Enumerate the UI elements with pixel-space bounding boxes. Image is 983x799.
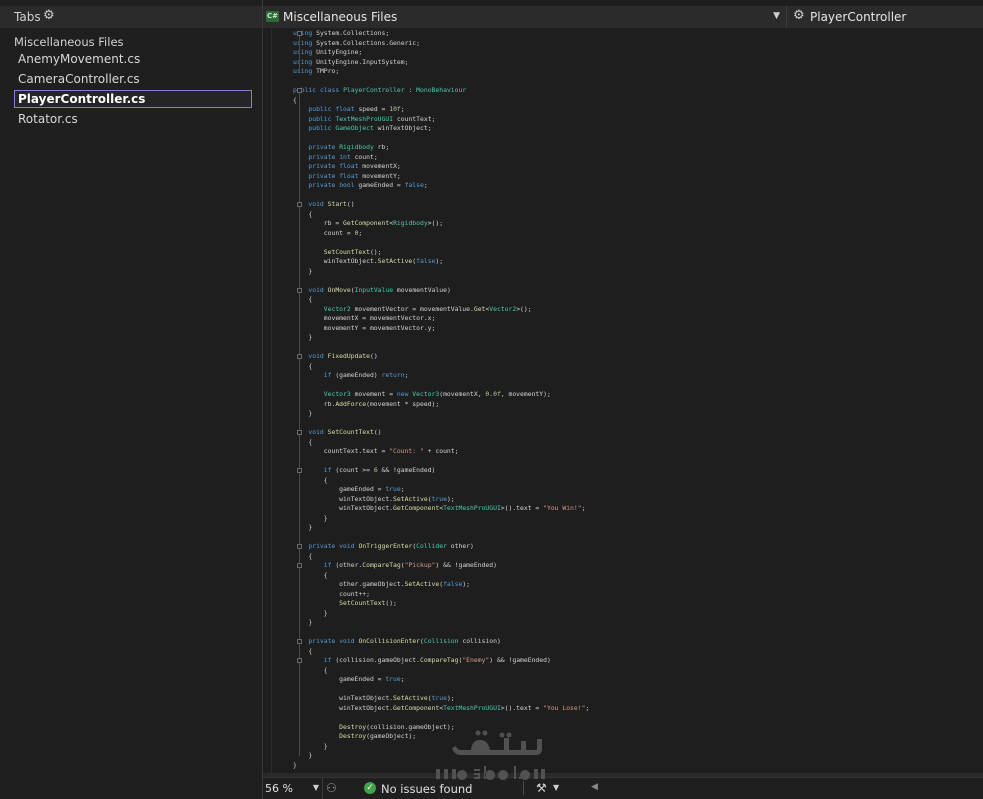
code-line[interactable]: if (other.CompareTag("Pickup") && !gameE…	[293, 561, 497, 571]
code-line[interactable]: void SetCountText()	[293, 428, 381, 438]
code-line[interactable]: private float movementY;	[293, 172, 400, 182]
issues-label: No issues found	[381, 782, 473, 796]
code-line[interactable]: SetCountText();	[293, 599, 397, 609]
class-icon: ⚙	[793, 8, 805, 23]
outline-guide	[299, 207, 300, 272]
code-line[interactable]: void FixedUpdate()	[293, 352, 377, 362]
code-line[interactable]: Vector3 movement = new Vector3(movementX…	[293, 390, 551, 400]
project-dropdown[interactable]: C# Miscellaneous Files ▼	[263, 6, 787, 28]
code-line[interactable]: movementX = movementVector.x;	[293, 314, 436, 324]
outline-guide	[299, 568, 300, 614]
code-line[interactable]: using UnityEngine.InputSystem;	[293, 58, 408, 68]
editor-status-bar: 56 % ▼ ⚇ ✓ No issues found ⚒ ▼ ◀	[263, 777, 983, 799]
code-editor[interactable]: using System.Collections; using System.Co…	[263, 28, 983, 777]
code-line[interactable]: public float speed = 10f;	[293, 105, 404, 115]
member-label: PlayerController	[810, 10, 907, 24]
tree-item-playercontroller[interactable]: PlayerController.cs	[14, 90, 252, 108]
code-line[interactable]: {	[293, 552, 312, 562]
code-line[interactable]: private void OnTriggerEnter(Collider oth…	[293, 542, 474, 552]
code-line[interactable]: using UnityEngine;	[293, 48, 362, 58]
check-circle-icon: ✓	[364, 782, 376, 794]
code-line[interactable]: }	[293, 751, 312, 761]
watermark-logo	[430, 725, 554, 783]
code-line[interactable]: public TextMeshProUGUI countText;	[293, 115, 435, 125]
code-line[interactable]: SetCountText();	[293, 248, 382, 258]
code-line[interactable]: }	[293, 333, 312, 343]
status-divider	[523, 781, 524, 795]
scroll-left-icon[interactable]: ◀	[591, 782, 598, 792]
project-label: Miscellaneous Files	[283, 10, 398, 24]
code-line[interactable]: if (gameEnded) return;	[293, 371, 409, 381]
outline-guide	[299, 359, 300, 414]
code-line[interactable]: rb.AddForce(movement * speed);	[293, 400, 439, 410]
tree-item-cameracontroller[interactable]: CameraController.cs	[18, 72, 140, 86]
code-line[interactable]: winTextObject.SetActive(true);	[293, 694, 454, 704]
code-area[interactable]: using System.Collections; using System.Co…	[293, 29, 983, 774]
chevron-down-icon: ▼	[773, 11, 780, 21]
code-line[interactable]: private bool gameEnded = false;	[293, 181, 427, 191]
editor-margin	[271, 28, 272, 773]
code-line[interactable]: winTextObject.GetComponent<TextMeshProUG…	[293, 504, 585, 514]
code-line[interactable]: count++;	[293, 590, 370, 600]
code-line[interactable]: count = 0;	[293, 229, 363, 239]
code-line[interactable]: using System.Collections.Generic;	[293, 39, 420, 49]
code-line[interactable]: winTextObject.SetActive(false);	[293, 257, 443, 267]
code-line[interactable]: using System.Collections;	[293, 29, 389, 39]
code-line[interactable]: gameEnded = true;	[293, 485, 404, 495]
gear-icon[interactable]: ⚙	[43, 8, 55, 23]
tabs-panel: Tabs ⚙ Miscellaneous Files AnemyMovement…	[0, 0, 262, 799]
tabs-header: Tabs ⚙	[0, 6, 262, 28]
code-line[interactable]: {	[293, 647, 312, 657]
code-line[interactable]: other.gameObject.SetActive(false);	[293, 580, 470, 590]
outline-guide	[299, 36, 300, 72]
code-line[interactable]: void Start()	[293, 200, 354, 210]
code-line[interactable]: void OnMove(InputValue movementValue)	[293, 286, 450, 296]
code-line[interactable]: private void OnCollisionEnter(Collision …	[293, 637, 500, 647]
code-line[interactable]: public GameObject winTextObject;	[293, 124, 431, 134]
chevron-down-icon[interactable]: ▼	[553, 783, 559, 792]
code-cleanup-icon[interactable]: ⚒	[536, 781, 547, 795]
code-line[interactable]: rb = GetComponent<Rigidbody>();	[293, 219, 443, 229]
code-line[interactable]: winTextObject.SetActive(true);	[293, 495, 454, 505]
code-line[interactable]: private float movementX;	[293, 162, 400, 172]
code-line[interactable]: }	[293, 523, 312, 533]
code-line[interactable]: {	[293, 362, 312, 372]
tree-group-label[interactable]: Miscellaneous Files	[14, 35, 124, 49]
zoom-value: 56 %	[265, 782, 293, 795]
outline-guide	[299, 473, 300, 519]
code-line[interactable]: if (count >= 6 && !gameEnded)	[293, 466, 436, 476]
tree-item-rotator[interactable]: Rotator.cs	[18, 112, 78, 126]
code-line[interactable]: winTextObject.GetComponent<TextMeshProUG…	[293, 704, 589, 714]
code-line[interactable]: }	[293, 409, 312, 419]
code-line[interactable]: countText.text = "Count: " + count;	[293, 447, 459, 457]
code-line[interactable]: }	[293, 618, 312, 628]
navigation-bar: C# Miscellaneous Files ▼ ⚙ PlayerControl…	[263, 6, 983, 28]
code-line[interactable]: Destroy(gameObject);	[293, 732, 416, 742]
code-line[interactable]: }	[293, 267, 312, 277]
code-line[interactable]: {	[293, 438, 312, 448]
code-line[interactable]: private Rigidbody rb;	[293, 143, 389, 153]
code-line[interactable]: {	[293, 295, 312, 305]
copilot-icon[interactable]: ⚇	[326, 781, 337, 795]
code-line[interactable]: Vector2 movementVector = movementValue.G…	[293, 305, 532, 315]
outline-guide	[299, 663, 300, 737]
zoom-dropdown[interactable]: 56 % ▼	[263, 778, 323, 799]
code-line[interactable]: {	[293, 96, 297, 106]
csharp-file-icon: C#	[266, 11, 279, 22]
outline-guide	[299, 292, 300, 338]
code-line[interactable]: gameEnded = true;	[293, 675, 404, 685]
code-line[interactable]: movementY = movementVector.y;	[293, 324, 436, 334]
chevron-down-icon: ▼	[312, 783, 319, 792]
tabs-title: Tabs	[14, 10, 41, 24]
code-line[interactable]: {	[293, 210, 312, 220]
code-line[interactable]: if (collision.gameObject.CompareTag("Ene…	[293, 656, 551, 666]
code-line[interactable]: private int count;	[293, 153, 377, 163]
tree-item-anemymovement[interactable]: AnemyMovement.cs	[18, 52, 140, 66]
code-line[interactable]: }	[293, 761, 297, 771]
code-line[interactable]: public class PlayerController : MonoBeha…	[293, 86, 466, 96]
